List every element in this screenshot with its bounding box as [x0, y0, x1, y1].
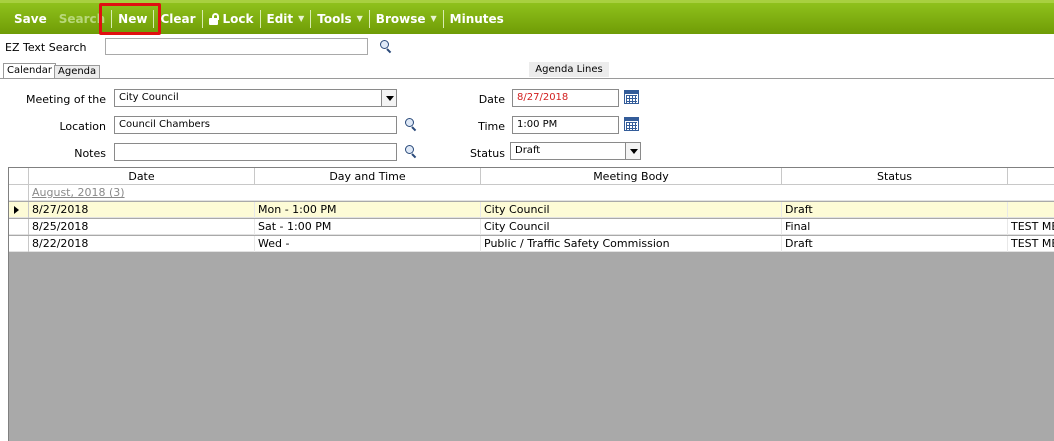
notes-label: Notes [74, 147, 106, 160]
tab-calendar[interactable]: Calendar [3, 63, 56, 78]
tools-label: Tools [317, 11, 352, 26]
location-input[interactable]: Council Chambers [114, 116, 397, 134]
date-label: Date [478, 93, 505, 106]
status-value: Draft [515, 145, 541, 156]
chevron-down-icon: ▼ [356, 13, 363, 23]
time-label: Time [478, 120, 505, 133]
cell-status: Draft [782, 236, 1008, 252]
cell-status: Final [782, 219, 1008, 235]
calendar-icon[interactable] [624, 90, 639, 104]
lock-button[interactable]: Lock [203, 9, 260, 29]
minutes-button[interactable]: Minutes [444, 9, 510, 29]
column-header-extra[interactable] [1008, 168, 1054, 185]
browse-menu[interactable]: Browse ▼ [370, 9, 443, 29]
table-row[interactable]: 8/22/2018 Wed - Public / Traffic Safety … [9, 236, 1054, 252]
search-icon[interactable] [380, 40, 392, 54]
chevron-down-icon[interactable] [625, 143, 640, 159]
meeting-of-select[interactable]: City Council [114, 89, 397, 107]
lock-icon [208, 12, 220, 25]
status-select[interactable]: Draft [510, 142, 641, 160]
save-button[interactable]: Save [8, 9, 53, 29]
row-selector [9, 185, 29, 201]
cell-day-time: Wed - [255, 236, 481, 252]
meetings-grid: Date Day and Time Meeting Body Status Au… [8, 167, 1054, 441]
row-selector[interactable] [9, 219, 29, 235]
search-icon[interactable] [405, 145, 417, 159]
column-header-date[interactable]: Date [29, 168, 255, 185]
column-header-status[interactable]: Status [782, 168, 1008, 185]
cell-date: 8/25/2018 [29, 219, 255, 235]
cell-extra [1008, 202, 1054, 218]
cell-meeting-body: City Council [481, 219, 782, 235]
chevron-down-icon[interactable] [381, 90, 396, 106]
table-row[interactable]: 8/27/2018 Mon - 1:00 PM City Council Dra… [9, 202, 1054, 218]
group-label[interactable]: August, 2018 (3) [32, 186, 125, 199]
grid-header: Date Day and Time Meeting Body Status [9, 168, 1054, 185]
search-icon[interactable] [405, 118, 417, 132]
ez-search-label: EZ Text Search [5, 41, 87, 54]
edit-menu[interactable]: Edit ▼ [261, 9, 311, 29]
clear-button[interactable]: Clear [154, 9, 201, 29]
row-selector[interactable] [9, 202, 29, 218]
column-header-meeting-body[interactable]: Meeting Body [481, 168, 782, 185]
current-row-icon [14, 206, 19, 214]
cell-extra: TEST MEI [1011, 237, 1054, 250]
row-selector-header [9, 168, 29, 185]
location-label: Location [59, 120, 106, 133]
lock-label: Lock [222, 11, 254, 26]
main-toolbar: Save Search New Clear Lock Edit ▼ Tools … [0, 0, 1054, 34]
tools-menu[interactable]: Tools ▼ [311, 9, 369, 29]
meeting-of-value: City Council [119, 92, 179, 103]
edit-label: Edit [266, 11, 294, 26]
cell-date: 8/27/2018 [29, 202, 255, 218]
tab-divider [0, 78, 1054, 79]
status-label: Status [469, 147, 505, 160]
clock-picker-icon[interactable] [624, 117, 639, 131]
chevron-down-icon: ▼ [298, 13, 305, 23]
notes-input[interactable] [114, 143, 397, 161]
cell-day-time: Mon - 1:00 PM [255, 202, 481, 218]
search-button[interactable]: Search [53, 9, 111, 29]
cell-day-time: Sat - 1:00 PM [255, 219, 481, 235]
meeting-of-label: Meeting of the [26, 93, 106, 106]
chevron-down-icon: ▼ [430, 13, 437, 23]
browse-label: Browse [375, 11, 426, 26]
column-header-day-time[interactable]: Day and Time [255, 168, 481, 185]
ez-search-input[interactable] [105, 38, 368, 55]
cell-meeting-body: City Council [481, 202, 782, 218]
time-input[interactable]: 1:00 PM [512, 116, 619, 134]
cell-meeting-body: Public / Traffic Safety Commission [481, 236, 782, 252]
row-selector[interactable] [9, 236, 29, 252]
tab-agenda[interactable]: Agenda [54, 65, 101, 78]
cell-extra: TEST MEI [1011, 220, 1054, 233]
date-input[interactable]: 8/27/2018 [512, 89, 619, 107]
cell-date: 8/22/2018 [29, 236, 255, 252]
table-row[interactable]: 8/25/2018 Sat - 1:00 PM City Council Fin… [9, 219, 1054, 235]
group-row[interactable]: August, 2018 (3) [9, 185, 1054, 201]
new-button[interactable]: New [112, 9, 153, 29]
agenda-lines-header[interactable]: Agenda Lines [529, 62, 609, 77]
cell-status: Draft [782, 202, 1008, 218]
